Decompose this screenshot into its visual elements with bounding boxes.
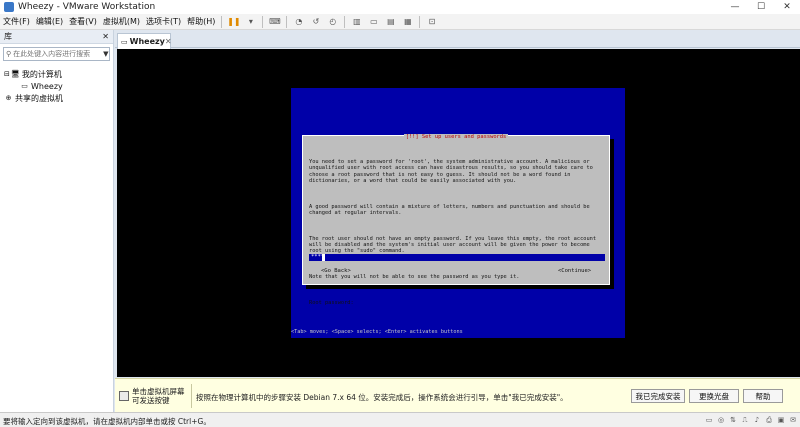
menu-view[interactable]: 查看(V) — [66, 14, 100, 30]
status-text: 要将输入定向到该虚拟机，请在虚拟机内部单击或按 Ctrl+G。 — [3, 417, 211, 426]
title-bar: Wheezy - VMware Workstation — ☐ ✕ — [0, 0, 800, 14]
go-back-button[interactable]: <Go Back> — [321, 268, 351, 274]
library-title: 库 — [4, 32, 12, 41]
dialog-paragraph: Note that you will not be able to see th… — [309, 274, 520, 281]
menu-tabs[interactable]: 选项卡(T) — [143, 14, 184, 30]
continue-button[interactable]: <Continue> — [558, 268, 591, 274]
library-tree: ⊟ 🖥 我的计算机 ▭ Wheezy ⊕ 共享的虚拟机 — [0, 64, 113, 104]
tab-close-icon[interactable]: ✕ — [165, 37, 172, 46]
library-sidebar: 库 ✕ ⚲ ▼ ⊟ 🖥 我的计算机 ▭ Wheezy ⊕ 共享的虚拟机 — [0, 30, 114, 412]
menu-file[interactable]: 文件(F) — [0, 14, 33, 30]
toolbar-separator — [344, 15, 346, 28]
toolbar-separator — [419, 15, 421, 28]
search-input[interactable] — [13, 50, 104, 58]
menu-vm[interactable]: 虚拟机(M) — [100, 14, 143, 30]
search-dropdown-icon[interactable]: ▼ — [103, 50, 108, 58]
minimize-button[interactable]: — — [722, 0, 748, 14]
shared-vm-icon: ⊕ — [5, 94, 12, 102]
thumbnail-icon[interactable]: ▦ — [401, 15, 414, 28]
display-icon[interactable]: ▣ — [776, 415, 786, 425]
snapshot-icon[interactable]: ◔ — [292, 15, 305, 28]
installer-dialog: [!!] Set up users and passwords You need… — [302, 134, 610, 306]
menu-toolbar: 文件(F) 编辑(E) 查看(V) 虚拟机(M) 选项卡(T) 帮助(H) ❚❚… — [0, 14, 800, 30]
fullscreen-icon[interactable]: ▭ — [367, 15, 380, 28]
pause-icon[interactable]: ❚❚ — [227, 15, 240, 28]
library-close-icon[interactable]: ✕ — [102, 32, 109, 41]
finished-install-button[interactable]: 我已完成安装 — [631, 389, 685, 403]
tab-wheezy[interactable]: ▭ Wheezy ✕ — [117, 33, 172, 49]
window-title: Wheezy - VMware Workstation — [18, 2, 156, 12]
install-info-bar: 单击虚拟机屏幕 可发送按键 按照在物理计算机中的步骤安装 Debian 7.x … — [115, 378, 800, 412]
tab-bar: ▭ Wheezy ✕ — [115, 30, 800, 49]
computer-icon: 🖥 — [10, 70, 20, 78]
dialog-paragraph: The root user should not have an empty p… — [309, 235, 600, 255]
library-search: ⚲ ▼ — [3, 47, 110, 61]
console-view-icon[interactable]: ⊡ — [425, 15, 438, 28]
dialog-paragraph: You need to set a password for 'root', t… — [309, 158, 597, 185]
close-window-button[interactable]: ✕ — [774, 0, 800, 14]
dropdown-icon[interactable]: ▾ — [244, 15, 257, 28]
tree-item-shared-vms[interactable]: ⊕ 共享的虚拟机 — [0, 92, 113, 104]
dialog-paragraph: A good password will contain a mixture o… — [309, 203, 593, 217]
collapse-icon[interactable]: ⊟ — [4, 70, 10, 78]
printer-icon[interactable]: ⎙ — [764, 415, 774, 425]
cdrom-icon[interactable]: ◎ — [716, 415, 726, 425]
device-icons: ▭ ◎ ⇅ ⎍ ♪ ⎙ ▣ ✉ — [702, 415, 798, 425]
dialog-title: [!!] Set up users and passwords — [403, 134, 509, 140]
root-password-label: Root password: — [309, 299, 354, 306]
network-icon[interactable]: ⇅ — [728, 415, 738, 425]
vm-console[interactable]: [!!] Set up users and passwords You need… — [117, 49, 800, 377]
library-header: 库 ✕ — [0, 30, 113, 44]
tree-item-my-computer[interactable]: ⊟ 🖥 我的计算机 — [0, 68, 113, 80]
root-password-field[interactable]: **** — [309, 254, 605, 261]
revert-snapshot-icon[interactable]: ↺ — [309, 15, 322, 28]
dialog-body: You need to set a password for 'root', t… — [309, 146, 605, 325]
install-instructions: 按照在物理计算机中的步骤安装 Debian 7.x 64 位。安装完成后，操作系… — [196, 393, 568, 402]
menu-help[interactable]: 帮助(H) — [184, 14, 218, 30]
click-hint: 单击虚拟机屏幕 可发送按键 — [132, 387, 185, 405]
vm-icon: ▭ — [21, 82, 28, 90]
tree-item-label: 我的计算机 — [21, 69, 62, 79]
toolbar-separator — [262, 15, 264, 28]
usb-icon[interactable]: ⎍ — [740, 415, 750, 425]
change-disc-button[interactable]: 更换光盘 — [689, 389, 739, 403]
tab-label: Wheezy — [129, 37, 165, 46]
toolbar-separator — [221, 15, 223, 28]
keyboard-hint: <Tab> moves; <Space> selects; <Enter> ac… — [291, 329, 463, 335]
maximize-button[interactable]: ☐ — [748, 0, 774, 14]
guest-screen[interactable]: [!!] Set up users and passwords You need… — [291, 88, 625, 338]
keyboard-input-icon — [119, 391, 129, 401]
status-bar: 要将输入定向到该虚拟机，请在虚拟机内部单击或按 Ctrl+G。 ▭ ◎ ⇅ ⎍ … — [0, 412, 800, 427]
unity-icon[interactable]: ▤ — [384, 15, 397, 28]
sidebar-toggle-icon[interactable]: ▥ — [350, 15, 363, 28]
message-icon[interactable]: ✉ — [788, 415, 798, 425]
help-button[interactable]: 帮助 — [743, 389, 783, 403]
tree-item-wheezy[interactable]: ▭ Wheezy — [0, 80, 113, 92]
vmware-app-icon — [4, 2, 14, 12]
send-keys-icon[interactable]: ⌨ — [268, 15, 281, 28]
snapshot-manager-icon[interactable]: ◴ — [326, 15, 339, 28]
toolbar-separator — [286, 15, 288, 28]
info-separator — [191, 384, 192, 408]
search-icon: ⚲ — [6, 50, 12, 58]
tree-item-label: 共享的虚拟机 — [15, 93, 63, 103]
vm-tab-icon: ▭ — [121, 37, 128, 46]
sound-icon[interactable]: ♪ — [752, 415, 762, 425]
window-controls: — ☐ ✕ — [722, 0, 800, 14]
hdd-icon[interactable]: ▭ — [704, 415, 714, 425]
text-cursor — [322, 254, 325, 261]
tree-item-label: Wheezy — [31, 81, 63, 91]
menu-edit[interactable]: 编辑(E) — [33, 14, 66, 30]
